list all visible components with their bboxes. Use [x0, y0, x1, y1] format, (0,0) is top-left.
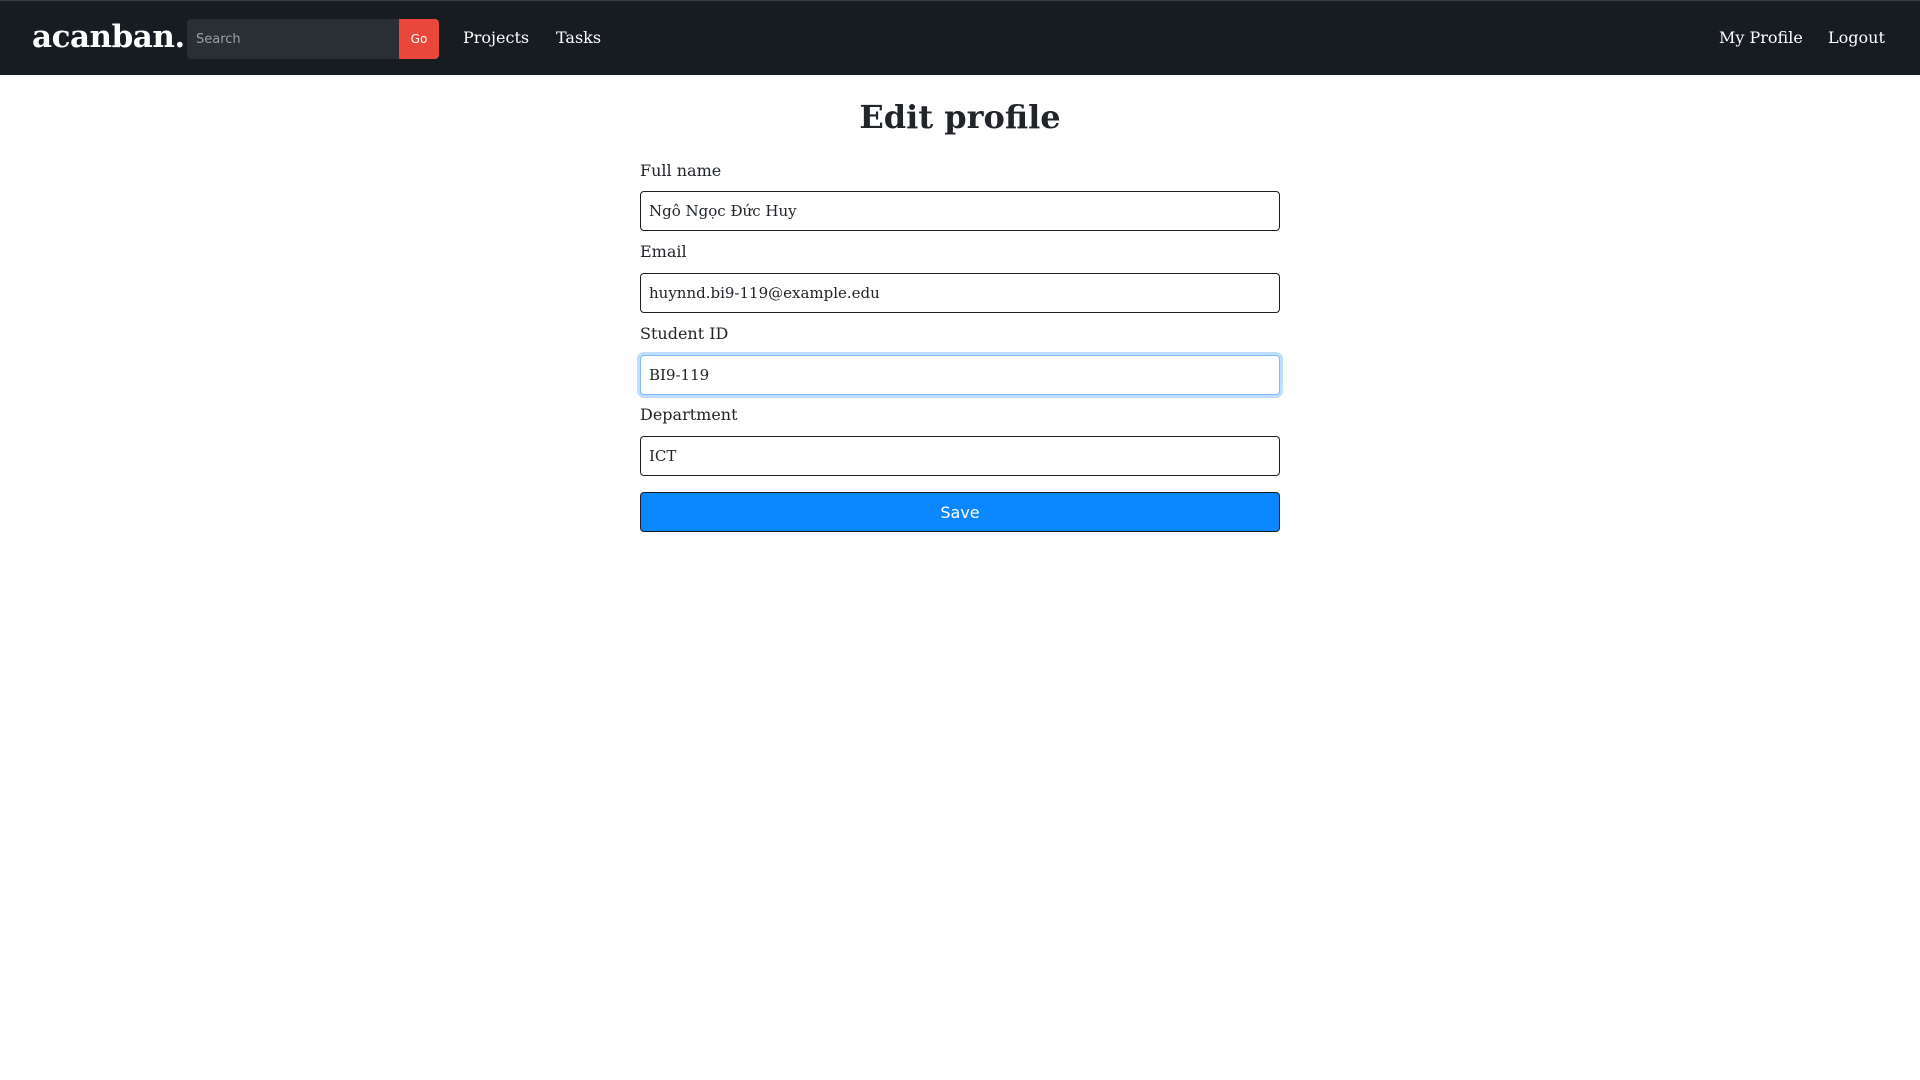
- search-input[interactable]: [187, 19, 399, 59]
- full-name-label: Full name: [640, 161, 722, 180]
- email-label: Email: [640, 242, 687, 261]
- department-label: Department: [640, 405, 738, 424]
- page-title: Edit profile: [859, 98, 1061, 136]
- nav-link-my-profile[interactable]: My Profile: [1719, 28, 1803, 48]
- search-go-button[interactable]: Go: [399, 19, 439, 59]
- nav-link-projects[interactable]: Projects: [463, 28, 529, 48]
- nav-link-tasks[interactable]: Tasks: [556, 28, 601, 48]
- nav-link-logout[interactable]: Logout: [1828, 28, 1885, 48]
- email-field[interactable]: [640, 273, 1280, 313]
- navbar: acanban. Go Projects Tasks My Profile Lo…: [0, 0, 1920, 75]
- student-id-field[interactable]: [640, 355, 1280, 395]
- brand-logo[interactable]: acanban.: [32, 19, 185, 55]
- student-id-label: Student ID: [640, 324, 729, 343]
- full-name-field[interactable]: [640, 191, 1280, 231]
- department-field[interactable]: [640, 436, 1280, 476]
- save-button[interactable]: Save: [640, 492, 1280, 532]
